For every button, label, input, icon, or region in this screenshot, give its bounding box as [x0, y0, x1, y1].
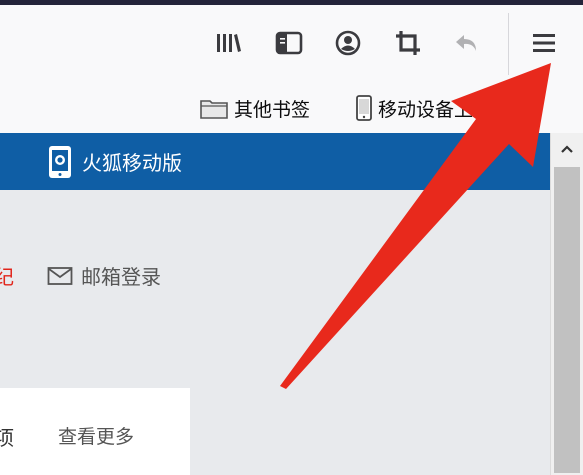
red-link-fragment[interactable]: 纪	[0, 261, 14, 290]
vertical-scrollbar[interactable]	[550, 133, 583, 475]
firefox-mobile-banner[interactable]: 火狐移动版	[0, 133, 550, 190]
toolbar-separator	[508, 13, 509, 75]
mobile-device-icon	[355, 95, 373, 121]
card-title-fragment: 项	[0, 428, 14, 450]
content-card: 项 查看更多	[0, 388, 190, 475]
mail-login-link[interactable]: 邮箱登录	[47, 261, 161, 290]
see-more-link[interactable]: 查看更多	[58, 422, 134, 449]
mail-icon	[47, 266, 73, 286]
scroll-up-arrow-icon[interactable]	[554, 137, 580, 161]
folder-icon	[199, 96, 229, 120]
other-bookmarks-label: 其他书签	[234, 99, 311, 121]
firefox-mobile-label: 火狐移动版	[82, 153, 182, 175]
hamburger-menu-icon[interactable]	[529, 29, 559, 57]
sidebar-icon[interactable]	[274, 29, 304, 57]
browser-toolbar	[0, 5, 583, 83]
mobile-bookmarks-label: 移动设备上的书签	[378, 99, 531, 121]
bookmarks-toolbar: 其他书签 移动设备上的书签	[0, 83, 583, 133]
account-icon[interactable]	[333, 29, 363, 57]
library-icon[interactable]	[213, 29, 243, 57]
scroll-thumb[interactable]	[554, 167, 580, 473]
mail-login-label: 邮箱登录	[81, 267, 161, 289]
other-bookmarks-folder[interactable]: 其他书签	[199, 95, 310, 121]
web-page-content: 火狐移动版 纪 邮箱登录 项 查看更多	[0, 133, 550, 475]
mobile-bookmarks-folder[interactable]: 移动设备上的书签	[355, 95, 530, 121]
undo-arrow-icon[interactable]	[452, 29, 482, 57]
screenshot-crop-icon[interactable]	[393, 29, 423, 57]
firefox-mobile-icon	[47, 145, 73, 184]
